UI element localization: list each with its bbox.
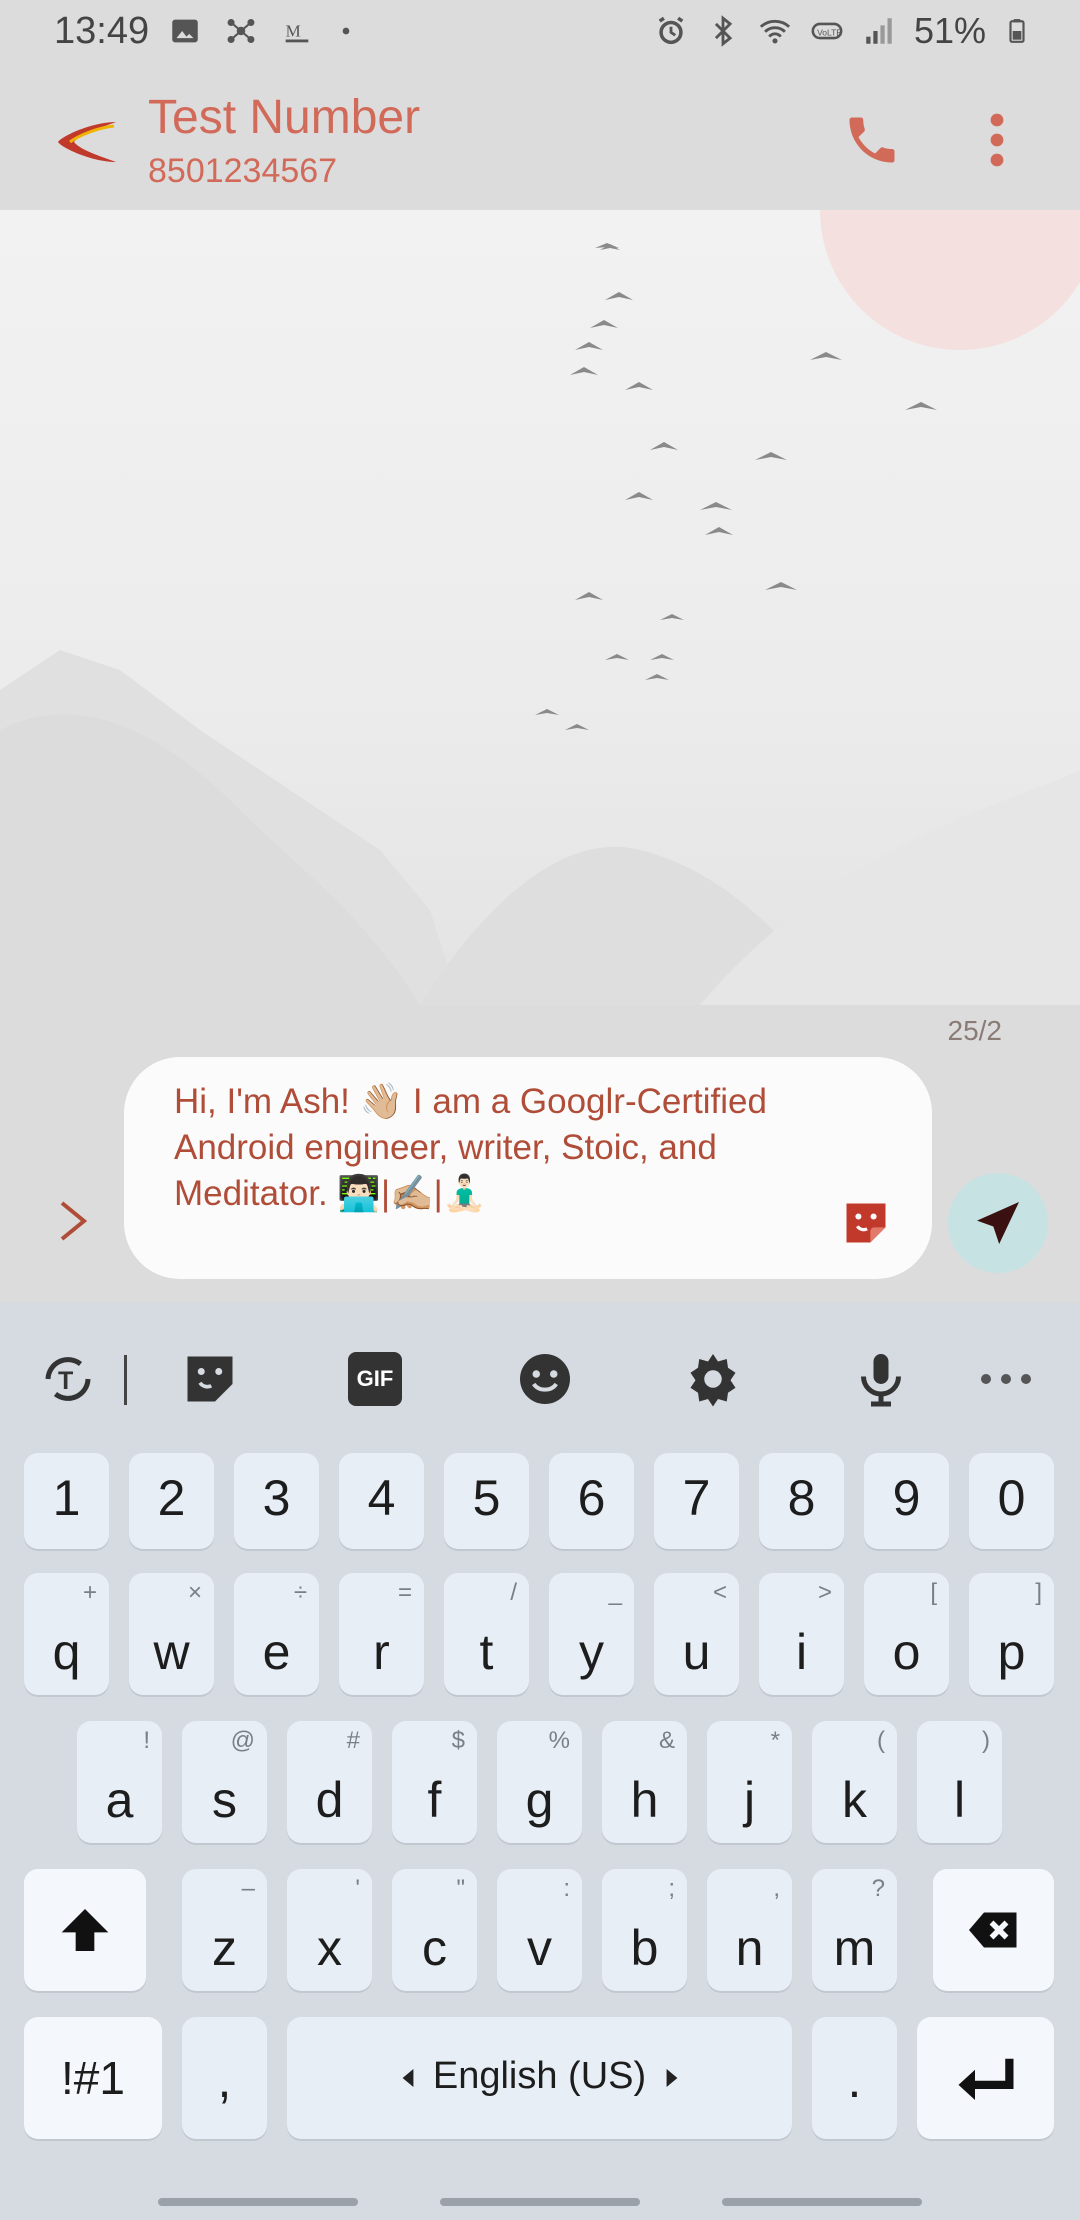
emoji-icon[interactable] [515, 1349, 575, 1409]
bluetooth-icon [714, 15, 733, 47]
key-y[interactable]: _ y [549, 1573, 634, 1695]
network-icon [227, 18, 255, 44]
status-system-icons: VoLTE 51% [654, 10, 1030, 52]
key-d[interactable]: # d [287, 1721, 372, 1843]
sticker-toolbar-icon[interactable] [180, 1349, 240, 1409]
key-3[interactable]: 3 [234, 1453, 319, 1549]
key-1[interactable]: 1 [24, 1453, 109, 1549]
key-x[interactable]: ' x [287, 1869, 372, 1991]
key-9[interactable]: 9 [864, 1453, 949, 1549]
key-c[interactable]: " c [392, 1869, 477, 1991]
key-v[interactable]: :v [497, 1869, 582, 1991]
volte-icon: VoLTE [811, 22, 843, 40]
back-icon[interactable] [52, 106, 124, 178]
key-t[interactable]: / t [444, 1573, 529, 1695]
message-composer: 25/2 Hi, I'm Ash! 👋🏼 I am a Googlr-Certi… [0, 1005, 1080, 1303]
battery-icon [1009, 19, 1025, 43]
key-n[interactable]: ,n [707, 1869, 792, 1991]
nav-recent-handle[interactable] [158, 2198, 358, 2206]
backspace-icon [968, 1912, 1016, 1948]
more-icon[interactable] [976, 1349, 1036, 1409]
sticker-icon[interactable] [840, 1197, 892, 1249]
nav-home-handle[interactable] [440, 2198, 640, 2206]
dot-icon [342, 27, 350, 35]
key-o[interactable]: [o [864, 1573, 949, 1695]
key-j[interactable]: * j [707, 1721, 792, 1843]
key-l[interactable]: ) l [917, 1721, 1002, 1843]
key-6[interactable]: 6 [549, 1453, 634, 1549]
key-u[interactable]: < u [654, 1573, 739, 1695]
phone-icon[interactable] [842, 110, 902, 170]
text-tools-icon[interactable]: T [38, 1349, 98, 1409]
enter-icon [958, 2058, 1013, 2100]
key-p[interactable]: ] p [969, 1573, 1054, 1695]
key-g[interactable]: % g [497, 1721, 582, 1843]
message-input-text[interactable]: Hi, I'm Ash! 👋🏼 I am a Googlr-Certified … [174, 1079, 794, 1217]
status-notification-icons: M [168, 14, 356, 48]
symbols-key[interactable]: !#1 [24, 2017, 162, 2139]
character-count: 25/2 [947, 1015, 1003, 1046]
key-k[interactable]: (k [812, 1721, 897, 1843]
status-bar: 13:49 M VoLTE 51% [0, 0, 1080, 66]
arrow-right-icon [666, 2069, 678, 2087]
signal-icon [866, 18, 892, 44]
key-h[interactable]: & h [602, 1721, 687, 1843]
key-5[interactable]: 5 [444, 1453, 529, 1549]
system-navigation-bar [0, 2180, 1080, 2220]
comma-key[interactable]: , [182, 2017, 267, 2139]
send-icon [977, 1202, 1019, 1244]
space-language-label: English (US) [432, 2055, 647, 2097]
mic-icon[interactable] [851, 1349, 911, 1409]
status-time: 13:49 [54, 10, 150, 52]
key-8[interactable]: 8 [759, 1453, 844, 1549]
key-m[interactable]: ? m [812, 1869, 897, 1991]
key-4[interactable]: 4 [339, 1453, 424, 1549]
toolbar-divider [124, 1355, 127, 1405]
key-0[interactable]: 0 [969, 1453, 1054, 1549]
nav-back-handle[interactable] [722, 2198, 922, 2206]
space-key[interactable]: English (US) [287, 2017, 792, 2139]
gif-icon[interactable]: GIF [348, 1352, 402, 1406]
svg-text:VoLTE: VoLTE [817, 27, 842, 37]
key-q[interactable]: + q [24, 1573, 109, 1695]
battery-percent: 51% [913, 10, 986, 51]
wallpaper-image [0, 210, 1080, 1005]
contact-name: Test Number [148, 91, 421, 144]
key-e[interactable]: ÷ e [234, 1573, 319, 1695]
settings-icon[interactable] [683, 1349, 743, 1409]
medium-icon: M [285, 22, 309, 43]
backspace-key[interactable] [933, 1869, 1054, 1991]
key-a[interactable]: ! a [77, 1721, 162, 1843]
more-options-icon[interactable] [982, 110, 1012, 170]
alarm-icon [658, 16, 684, 45]
key-f[interactable]: $ f [392, 1721, 477, 1843]
shift-key[interactable] [24, 1869, 146, 1991]
key-z[interactable]: – z [182, 1869, 267, 1991]
key-b[interactable]: ; b [602, 1869, 687, 1991]
enter-key[interactable] [917, 2017, 1054, 2139]
keyboard-toolbar: T GIF [0, 1303, 1080, 1453]
image-icon [172, 19, 198, 43]
shift-icon [61, 1909, 109, 1951]
message-list[interactable] [0, 210, 1080, 1005]
keyboard: T GIF 1 2 3 4 5 6 7 8 9 0 + q × w ÷ e = … [0, 1303, 1080, 2220]
key-7[interactable]: 7 [654, 1453, 739, 1549]
chevron-right-icon[interactable] [52, 1191, 96, 1251]
key-i[interactable]: > i [759, 1573, 844, 1695]
key-s[interactable]: @ s [182, 1721, 267, 1843]
wifi-icon [759, 19, 791, 44]
key-r[interactable]: = r [339, 1573, 424, 1695]
conversation-header: Test Number 8501234567 [0, 66, 1080, 210]
svg-text:M: M [286, 22, 301, 41]
contact-number: 8501234567 [148, 152, 338, 190]
key-w[interactable]: × w [129, 1573, 214, 1695]
key-2[interactable]: 2 [129, 1453, 214, 1549]
message-input[interactable]: Hi, I'm Ash! 👋🏼 I am a Googlr-Certified … [124, 1057, 932, 1279]
svg-text:T: T [58, 1367, 73, 1395]
send-button[interactable] [948, 1173, 1048, 1273]
period-key[interactable]: . [812, 2017, 897, 2139]
